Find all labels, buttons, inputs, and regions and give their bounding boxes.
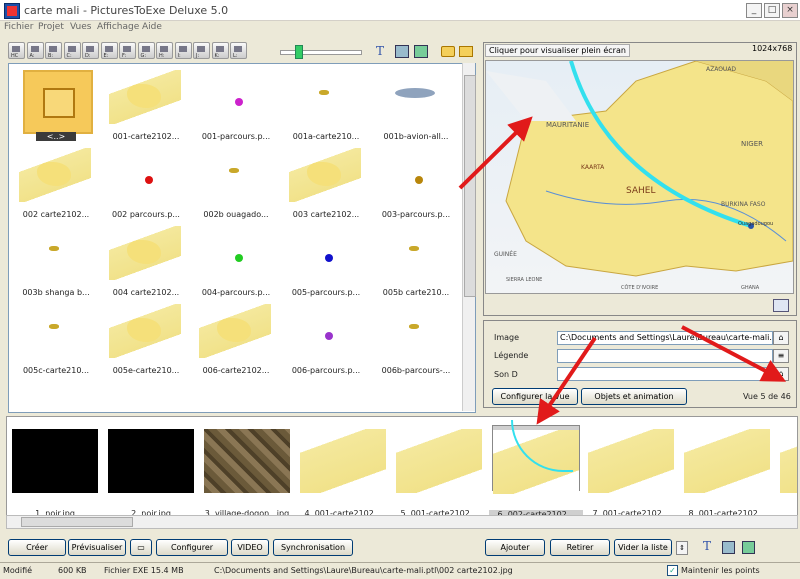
arrow-to-filmstrip [536, 336, 597, 425]
arrow-to-sound-browse [681, 325, 787, 382]
arrow-to-preview [458, 116, 533, 190]
annotation-arrows [458, 116, 787, 425]
